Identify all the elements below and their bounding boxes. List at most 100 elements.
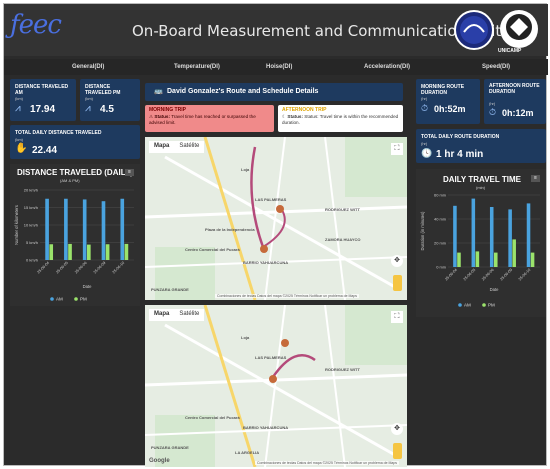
map-pan-control[interactable]: ✥ (391, 255, 403, 267)
bar-pm (475, 251, 480, 267)
map-afternoon[interactable]: Mapa Satélite ⛶ Loja LAS PALMERAS RODRIG… (145, 305, 407, 467)
legend-label-pm: PM (80, 297, 87, 302)
bar-am (45, 198, 49, 260)
total-duration-unit: (hr) (421, 141, 428, 146)
y-tick-label: 0 min (436, 265, 446, 270)
total-duration-value: 1 hr 4 min (436, 149, 484, 160)
morning-duration-unit: (hr) (421, 96, 428, 101)
y-tick-label: 20 min (434, 241, 446, 246)
morning-trip-label: MORNING TRIP (149, 107, 186, 113)
map-label: LA ARGELIA (235, 450, 260, 455)
nav-speed[interactable]: Speed(DI) (482, 64, 510, 70)
map-label: Centro Comercial del Pucará (185, 247, 240, 252)
x-tick-label: 25-06-05 (55, 261, 69, 275)
y-axis-label: Duration (in minutes) (420, 211, 425, 250)
y-tick-label: 10 km/h (24, 223, 38, 228)
bar-pm (105, 244, 110, 260)
x-tick-label: 25-06-05 (463, 268, 477, 282)
total-duration-label: TOTAL DAILY ROUTE DURATION (421, 134, 500, 140)
bar-am (453, 205, 457, 267)
distance-am-card: DISTANCE TRAVELED AM (km) ⩘ 17.94 (10, 79, 76, 121)
route-header: 🚌 David Gonzalez's Route and Schedule De… (145, 83, 403, 101)
distance-am-label: DISTANCE TRAVELED AM (15, 84, 69, 96)
legend-marker-pm (74, 297, 78, 301)
bar-pm (49, 244, 54, 260)
distance-chart-panel: DISTANCE TRAVELED (DAILY) (AM & PM) ≡ 0 … (10, 164, 140, 306)
legend-marker-am (50, 297, 54, 301)
total-distance-label: TOTAL DAILY DISTANCE TRAVELED (15, 130, 102, 136)
clock-icon: 🕓 (421, 148, 433, 158)
map-label: PUNZARA GRANDE (151, 287, 189, 292)
x-tick-label: 25-06-04 (444, 268, 458, 282)
nav-noise[interactable]: Hoise(DI) (266, 64, 292, 70)
map-label: LAS PALMERAS (255, 355, 287, 360)
map-tab-satellite[interactable]: Satélite (174, 309, 204, 321)
map-tab-map[interactable]: Mapa (149, 309, 174, 321)
nav-general[interactable]: General(DI) (72, 64, 104, 70)
hand-coins-icon: ✋ (15, 143, 28, 154)
map-label: RODRIGUEZ WITT (325, 207, 360, 212)
total-distance-value: 22.44 (32, 145, 58, 156)
x-tick-label: 25-06-06 (74, 261, 88, 275)
travel-time-chart-svg: 0 min 20 min 40 min 60 min Duration (in minu… (420, 193, 540, 308)
bar-am (64, 198, 68, 260)
y-tick-label: 40 min (434, 217, 446, 222)
bar-am (120, 198, 125, 260)
map-roads-svg (145, 137, 407, 300)
map-label: BARRIO YAHUARCUNA (243, 260, 289, 265)
map-footer: Combinaciones de teclas Datos del mapa ©… (215, 294, 360, 298)
x-tick-label: 25-06-09 (500, 268, 514, 282)
map-morning[interactable]: Mapa Satélite ⛶ Loja LAS PALMERAS RODRIG… (145, 137, 407, 300)
y-axis-label: Number of kilometers (14, 205, 19, 245)
pegman-icon[interactable] (393, 275, 402, 291)
morning-duration-card: MORNING ROUTE DURATION (hr) ⏱ 0h:52m (416, 79, 480, 124)
afternoon-trip-label: AFTERNOON TRIP (282, 107, 327, 113)
nav-acceleration[interactable]: Acceleration(DI) (364, 64, 410, 70)
distance-pm-label: DISTANCE TRAVELED PM (85, 84, 121, 96)
fullscreen-icon[interactable]: ⛶ (391, 143, 403, 155)
google-logo: Google (149, 458, 170, 464)
pegman-icon[interactable] (393, 443, 402, 459)
distance-pm-card: DISTANCE TRAVELED PM (km) ⩘ 4.5 (80, 79, 140, 121)
x-tick-label: 25-06-10 (112, 261, 126, 275)
map-tab-satellite[interactable]: Satélite (174, 141, 204, 153)
map-footer: Combinaciones de teclas Datos del mapa ©… (255, 461, 400, 465)
map-label: Loja (241, 335, 250, 340)
bar-am (82, 199, 87, 260)
route-title: David Gonzalez's Route and Schedule Deta… (167, 88, 319, 95)
map-roads-svg (145, 305, 407, 467)
stopwatch-icon: ⏱ (489, 107, 497, 117)
university-seal-logo (454, 10, 494, 50)
map-tab-map[interactable]: Mapa (149, 141, 174, 153)
feec-logo: ƒeec (10, 10, 62, 40)
alert-icon: ⚠ (149, 114, 154, 119)
legend-label-am: AM (56, 297, 63, 302)
legend-marker-pm (482, 303, 486, 307)
unicamp-logo (500, 10, 538, 48)
total-duration-card: TOTAL DAILY ROUTE DURATION (hr) 🕓 1 hr 4… (416, 129, 546, 163)
nav-temperature[interactable]: Temperature(DI) (174, 64, 220, 70)
fullscreen-icon[interactable]: ⛶ (391, 311, 403, 323)
bar-am (508, 209, 512, 267)
afternoon-duration-value: 0h:12m (502, 108, 534, 118)
map-type-tabs: Mapa Satélite (149, 141, 205, 153)
bar-am (489, 207, 494, 267)
bar-pm (124, 243, 129, 260)
afternoon-duration-card: AFTERNOON ROUTE DURATION (hr) ⏱ 0h:12m (484, 79, 546, 124)
stopwatch-icon: ⏱ (421, 103, 429, 113)
map-label: LAS PALMERAS (255, 197, 287, 202)
top-nav: General(DI) Temperature(DI) Hoise(DI) Ac… (4, 59, 548, 75)
road-icon: ⩘ (85, 103, 91, 114)
afternoon-duration-label: AFTERNOON ROUTE DURATION (489, 83, 540, 95)
distance-pm-value: 4.5 (100, 104, 114, 115)
page-title: On-Board Measurement and Communication U… (132, 22, 502, 40)
map-pan-control[interactable]: ✥ (391, 423, 403, 435)
legend-label-am: AM (464, 303, 471, 308)
x-tick-label: 25-06-09 (93, 261, 107, 275)
x-axis-label: Date (490, 287, 500, 292)
x-tick-label: 25-06-10 (518, 268, 532, 282)
legend-label-pm: PM (488, 303, 495, 308)
bar-am (526, 203, 531, 267)
bar-am (471, 198, 476, 267)
bar-pm (494, 252, 498, 267)
